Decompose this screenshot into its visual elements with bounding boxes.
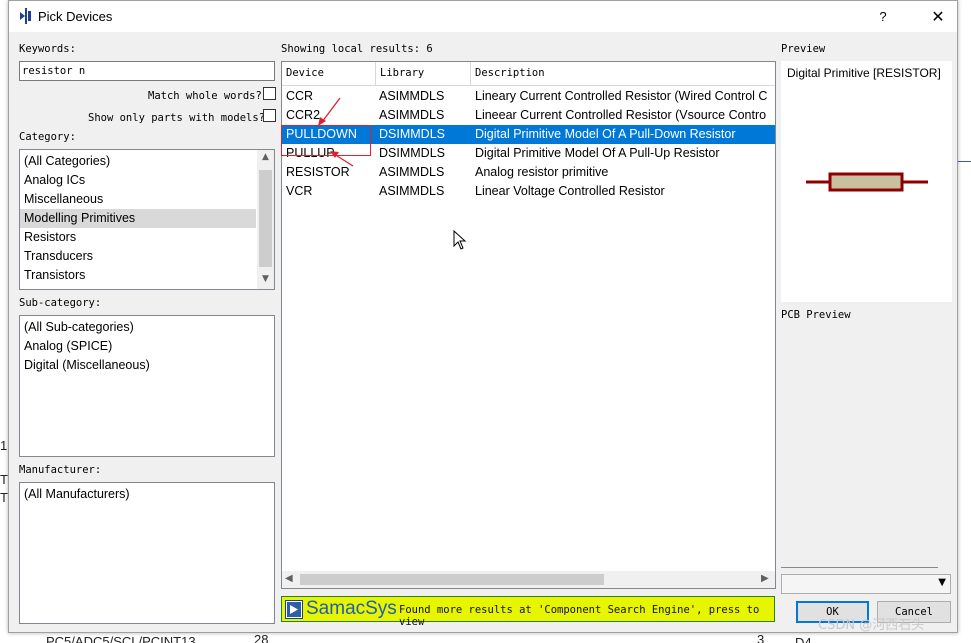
column-header-description[interactable]: Description bbox=[471, 62, 775, 86]
pick-devices-dialog: Pick Devices ? ✕ Keywords: resistor n Ma… bbox=[8, 0, 958, 633]
library-cell: ASIMMDLS bbox=[379, 108, 445, 122]
watermark: CSDN @河西石头 bbox=[818, 618, 925, 633]
background-net-label: PC5/ADC5/SCL/PCINT13 bbox=[46, 634, 196, 643]
samacsys-logo-icon bbox=[285, 600, 303, 619]
results-summary: Showing local results: 6 bbox=[281, 43, 433, 55]
match-whole-words-label: Match whole words? bbox=[148, 90, 262, 102]
manufacturer-list[interactable]: (All Manufacturers) bbox=[19, 482, 275, 624]
library-cell: ASIMMDLS bbox=[379, 184, 445, 198]
description-cell: Digital Primitive Model Of A Pull-Down R… bbox=[475, 127, 736, 141]
category-item-selected[interactable]: Modelling Primitives bbox=[20, 209, 256, 228]
device-cell: RESISTOR bbox=[286, 165, 350, 179]
subcategory-item[interactable]: Digital (Miscellaneous) bbox=[20, 356, 274, 375]
scroll-left-icon[interactable]: ◀ bbox=[285, 573, 293, 584]
category-item[interactable]: Miscellaneous bbox=[20, 190, 256, 209]
samacsys-brand: SamacSys bbox=[306, 598, 397, 619]
background-text: T bbox=[0, 490, 8, 505]
background-pin-number: 3 bbox=[757, 632, 765, 643]
category-item[interactable]: Resistors bbox=[20, 228, 256, 247]
scrollbar-thumb[interactable] bbox=[259, 170, 272, 267]
device-cell: CCR bbox=[286, 89, 314, 103]
description-cell: Analog resistor primitive bbox=[475, 165, 609, 179]
chevron-down-icon[interactable]: ▼ bbox=[938, 577, 946, 588]
pcb-preview-label: PCB Preview bbox=[781, 309, 851, 321]
device-cell: CCR2 bbox=[286, 108, 321, 122]
table-row[interactable]: VCR ASIMMDLS Linear Voltage Controlled R… bbox=[282, 182, 775, 201]
library-cell: DSIMMDLS bbox=[379, 127, 445, 141]
samacsys-message: Found more results at 'Component Search … bbox=[399, 604, 760, 628]
scroll-down-icon[interactable]: ▼ bbox=[257, 274, 274, 284]
column-header-library[interactable]: Library bbox=[376, 62, 471, 86]
category-item[interactable]: Transistors bbox=[20, 266, 256, 285]
background-pin-number: 28 bbox=[254, 632, 269, 643]
mouse-cursor-icon bbox=[453, 230, 467, 250]
description-cell: Lineary Current Controlled Resistor (Wir… bbox=[475, 89, 768, 103]
manufacturer-label: Manufacturer: bbox=[19, 464, 102, 476]
title-bar[interactable]: Pick Devices ? ✕ bbox=[9, 1, 957, 32]
show-only-models-checkbox[interactable] bbox=[263, 109, 276, 122]
dialog-title: Pick Devices bbox=[38, 9, 113, 24]
background-text: T bbox=[0, 472, 8, 487]
hscrollbar-thumb[interactable] bbox=[300, 574, 604, 585]
samacsys-banner[interactable]: SamacSys Found more results at 'Componen… bbox=[281, 596, 775, 628]
description-cell: Linear Voltage Controlled Resistor bbox=[475, 184, 665, 198]
category-label: Category: bbox=[19, 131, 76, 143]
device-cell: VCR bbox=[286, 184, 313, 198]
category-item[interactable]: (All Categories) bbox=[20, 152, 256, 171]
manufacturer-item[interactable]: (All Manufacturers) bbox=[20, 485, 274, 504]
category-scrollbar[interactable]: ▲ ▼ bbox=[257, 150, 274, 289]
scroll-right-icon[interactable]: ▶ bbox=[761, 573, 769, 584]
keywords-input[interactable]: resistor n bbox=[19, 61, 275, 81]
background-wire bbox=[958, 161, 971, 162]
category-item[interactable]: Transducers bbox=[20, 247, 256, 266]
description-cell: Digital Primitive Model Of A Pull-Up Res… bbox=[475, 146, 720, 160]
description-cell: Lineear Current Controlled Resistor (Vso… bbox=[475, 108, 767, 122]
background-label: D4 bbox=[795, 635, 812, 643]
subcategory-item[interactable]: Analog (SPICE) bbox=[20, 337, 274, 356]
keywords-label: Keywords: bbox=[19, 43, 76, 55]
help-button[interactable]: ? bbox=[871, 6, 895, 28]
preview-label: Preview bbox=[781, 43, 826, 55]
preview-panel: Digital Primitive [RESISTOR] bbox=[781, 61, 952, 302]
column-header-device[interactable]: Device bbox=[282, 62, 376, 86]
close-button[interactable]: ✕ bbox=[926, 6, 950, 28]
resistor-symbol-icon bbox=[806, 172, 928, 192]
match-whole-words-checkbox[interactable] bbox=[263, 87, 276, 100]
subcategory-list[interactable]: (All Sub-categories) Analog (SPICE) Digi… bbox=[19, 315, 275, 457]
library-cell: ASIMMDLS bbox=[379, 89, 445, 103]
table-row[interactable]: CCR2 ASIMMDLS Lineear Current Controlled… bbox=[282, 106, 775, 125]
preview-device-name: Digital Primitive [RESISTOR] bbox=[787, 66, 941, 80]
subcategory-label: Sub-category: bbox=[19, 297, 102, 309]
pcb-package-select[interactable]: ▼ bbox=[781, 574, 951, 594]
results-hscrollbar[interactable]: ◀ ▶ bbox=[282, 571, 775, 588]
category-list[interactable]: (All Categories) Analog ICs Miscellaneou… bbox=[19, 149, 275, 290]
subcategory-item[interactable]: (All Sub-categories) bbox=[20, 318, 274, 337]
scroll-up-icon[interactable]: ▲ bbox=[257, 152, 274, 162]
category-item[interactable]: Analog ICs bbox=[20, 171, 256, 190]
table-row[interactable]: RESISTOR ASIMMDLS Analog resistor primit… bbox=[282, 163, 775, 182]
annotation-highlight-box bbox=[281, 125, 371, 156]
table-row[interactable]: CCR ASIMMDLS Lineary Current Controlled … bbox=[282, 87, 775, 106]
show-only-models-label: Show only parts with models? bbox=[88, 112, 266, 124]
library-cell: ASIMMDLS bbox=[379, 165, 445, 179]
pcb-separator bbox=[781, 567, 938, 568]
background-text: 1 bbox=[0, 438, 8, 453]
library-cell: DSIMMDLS bbox=[379, 146, 445, 160]
component-icon bbox=[20, 8, 31, 24]
